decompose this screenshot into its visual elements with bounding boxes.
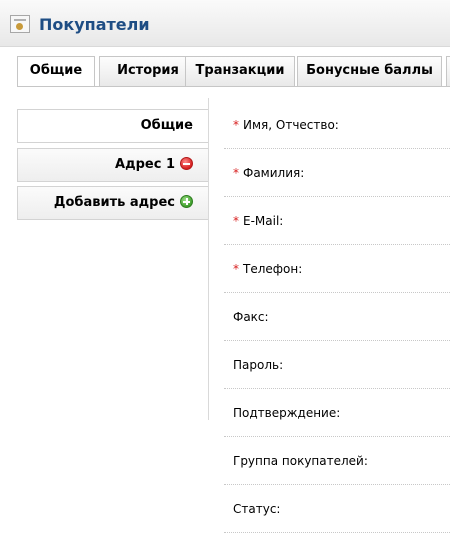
customers-icon [10,15,30,33]
vtab-general[interactable]: Общие [17,109,209,143]
tab-bonus-points[interactable]: Бонусные баллы [297,56,442,86]
form-row-lastname: * Фамилия: [224,149,450,197]
required-mark: * [233,214,239,228]
field-label: Подтверждение: [233,406,341,420]
form-row-password: Пароль: [224,341,450,389]
vtab-add-address[interactable]: Добавить адрес [17,186,209,220]
add-icon[interactable] [180,195,193,208]
required-mark: * [233,166,239,180]
vtab-label: Добавить адрес [53,195,175,210]
form-row-firstname: * Имя, Отчество: [224,101,450,149]
vtab-label: Общие [140,118,193,133]
form-row-customer-group: Группа покупателей: [224,437,450,485]
field-label: Факс: [233,310,269,324]
page-heading: Покупатели [0,0,450,47]
required-mark: * [233,118,239,132]
vertical-divider [208,98,209,420]
remove-icon[interactable] [180,157,193,170]
field-label: Статус: [233,502,281,516]
form-row-fax: Факс: [224,293,450,341]
required-mark: * [233,262,239,276]
field-label: Группа покупателей: [233,454,368,468]
vtab-address-1[interactable]: Адрес 1 [17,148,209,182]
form-row-telephone: * Телефон: [224,245,450,293]
tab-more[interactable] [446,56,450,86]
field-label: Имя, Отчество: [243,118,339,132]
form-row-status: Статус: [224,485,450,533]
tab-history[interactable]: История [99,56,197,86]
field-label: Телефон: [243,262,303,276]
field-label: Пароль: [233,358,284,372]
tab-bar: Общие История Транзакции Бонусные баллы [17,56,450,87]
page-title: Покупатели [39,15,150,34]
field-label: E-Mail: [243,214,284,228]
form-row-email: * E-Mail: [224,197,450,245]
tab-transactions[interactable]: Транзакции [185,56,295,86]
tab-general[interactable]: Общие [17,56,95,87]
form-row-confirm: Подтверждение: [224,389,450,437]
field-label: Фамилия: [243,166,305,180]
vtab-label: Адрес 1 [115,157,175,172]
tabs-divider [17,86,450,87]
